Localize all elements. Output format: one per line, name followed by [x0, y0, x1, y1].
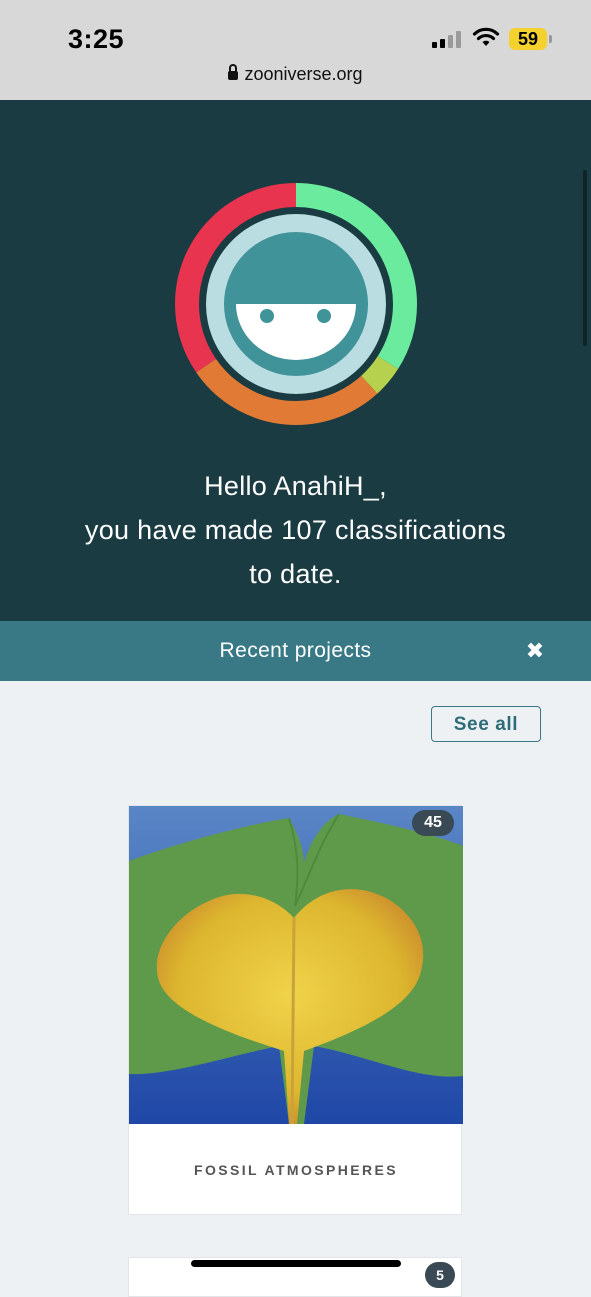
project-image: [129, 806, 463, 1124]
project-card[interactable]: 45 FOSSIL ATMOSPHERES: [128, 805, 463, 1215]
classification-count-badge: 5: [425, 1262, 455, 1288]
url-text: zooniverse.org: [244, 64, 363, 84]
avatar-eye-left: [260, 309, 274, 323]
home-indicator[interactable]: [191, 1260, 401, 1267]
lock-icon: [228, 64, 239, 80]
classification-count-badge: 45: [412, 810, 454, 836]
classification-count-line: you have made 107 classifications: [84, 515, 507, 545]
classification-ring-avatar: [175, 183, 417, 425]
clock: 3:25: [68, 24, 125, 54]
see-all-button[interactable]: See all: [431, 706, 541, 742]
scroll-indicator: [583, 170, 587, 346]
greeting-line-end: to date.: [249, 559, 342, 589]
avatar-eye-right: [317, 309, 331, 323]
recent-projects-header: Recent projects ✖: [0, 621, 591, 681]
battery-nub: [549, 35, 552, 43]
cellular-signal-icon: [432, 30, 461, 48]
greeting-text: Hello AnahiH_, you have made 107 classif…: [0, 464, 591, 596]
recent-projects-title: Recent projects: [219, 639, 372, 662]
address-bar[interactable]: zooniverse.org: [0, 64, 591, 85]
project-title: FOSSIL ATMOSPHERES: [194, 1162, 398, 1178]
greeting-line: Hello AnahiH_,: [204, 471, 387, 501]
close-icon[interactable]: ✖: [521, 637, 549, 665]
wifi-icon: [472, 27, 500, 46]
battery-icon: 59: [509, 28, 547, 50]
browser-chrome: 3:25 59 zooniverse.org: [0, 0, 591, 100]
